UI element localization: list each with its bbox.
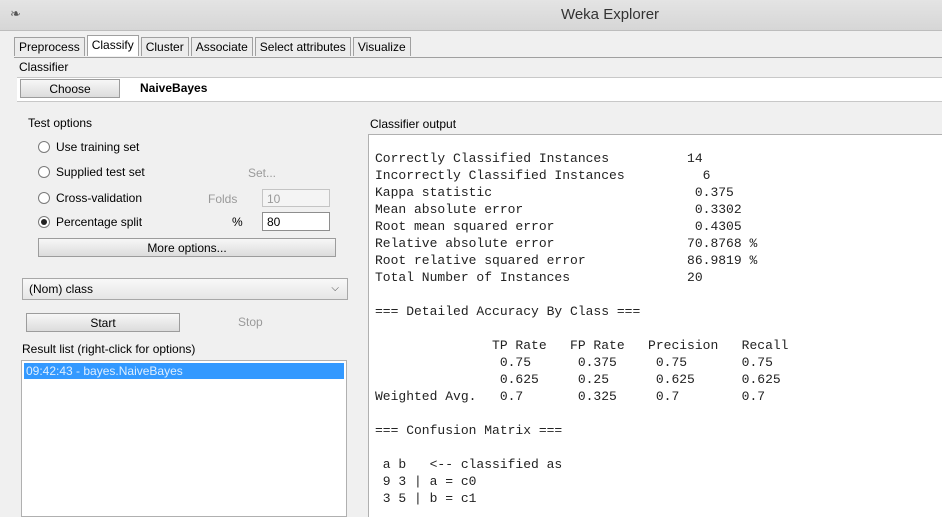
chevron-down-icon[interactable]: ⌵ xyxy=(331,279,339,299)
result-list[interactable]: 09:42:43 - bayes.NaiveBayes xyxy=(21,360,347,517)
result-list-label: Result list (right-click for options) xyxy=(22,342,196,356)
output-line: Relative absolute error 70.8768 % xyxy=(375,236,758,251)
output-line: TP Rate FP Rate Precision Recall xyxy=(375,338,789,353)
window-title: Weka Explorer xyxy=(560,6,660,23)
folds-label: Folds xyxy=(208,192,238,206)
title-bar: ❧ Weka Explorer xyxy=(0,0,942,31)
tab-visualize[interactable]: Visualize xyxy=(352,37,411,56)
option-label: Use training set xyxy=(56,140,140,154)
start-button[interactable]: Start xyxy=(26,313,180,332)
output-line: 3 5 | b = c1 xyxy=(375,491,477,506)
tab-associate[interactable]: Associate xyxy=(190,37,253,56)
option-use-training-set[interactable]: Use training set xyxy=(38,138,139,156)
radio-use-training-set[interactable] xyxy=(38,141,50,153)
radio-supplied-test-set[interactable] xyxy=(38,166,50,178)
output-line: Root relative squared error 86.9819 % xyxy=(375,253,758,268)
stop-button[interactable]: Stop xyxy=(238,315,263,329)
option-cross-validation[interactable]: Cross-validation xyxy=(38,189,142,207)
output-line: Root mean squared error 0.4305 xyxy=(375,219,742,234)
set-button[interactable]: Set... xyxy=(248,166,276,180)
class-attribute-select[interactable]: (Nom) class ⌵ xyxy=(22,278,348,300)
test-options-label: Test options xyxy=(28,116,93,130)
option-percentage-split[interactable]: Percentage split xyxy=(38,213,142,231)
output-line: 9 3 | a = c0 xyxy=(375,474,477,489)
output-line: === Confusion Matrix === xyxy=(375,423,563,438)
option-supplied-test-set[interactable]: Supplied test set xyxy=(38,163,145,181)
tab-cluster[interactable]: Cluster xyxy=(140,37,189,56)
output-line: Mean absolute error 0.3302 xyxy=(375,202,742,217)
folds-field[interactable]: 10 xyxy=(262,189,330,207)
more-options-button[interactable]: More options... xyxy=(38,238,336,257)
percent-label: % xyxy=(232,215,243,229)
tab-classify[interactable]: Classify xyxy=(86,35,139,56)
option-label: Percentage split xyxy=(56,215,143,229)
output-line: Correctly Classified Instances 14 xyxy=(375,151,703,166)
output-line: a b <-- classified as xyxy=(375,457,563,472)
classifier-output-area[interactable]: Correctly Classified Instances 14 Incorr… xyxy=(368,134,942,517)
classifier-output-label: Classifier output xyxy=(370,117,457,131)
output-line: === Detailed Accuracy By Class === xyxy=(375,304,641,319)
choose-button[interactable]: Choose xyxy=(20,79,120,98)
class-select-value: (Nom) class xyxy=(29,282,94,296)
classifier-name[interactable]: NaiveBayes xyxy=(140,81,207,95)
output-line: Weighted Avg. 0.7 0.325 0.7 0.7 xyxy=(375,389,766,404)
output-line: Kappa statistic 0.375 xyxy=(375,185,734,200)
percent-field[interactable]: 80 xyxy=(262,212,330,231)
classifier-section-label: Classifier xyxy=(19,60,69,74)
tab-select-attributes[interactable]: Select attributes xyxy=(254,37,351,56)
tab-bar: Preprocess Classify Cluster Associate Se… xyxy=(14,35,942,58)
radio-percentage-split[interactable] xyxy=(38,216,50,228)
tab-preprocess[interactable]: Preprocess xyxy=(14,37,85,56)
option-label: Cross-validation xyxy=(56,191,143,205)
radio-cross-validation[interactable] xyxy=(38,192,50,204)
result-list-item[interactable]: 09:42:43 - bayes.NaiveBayes xyxy=(24,363,344,379)
output-line: Incorrectly Classified Instances 6 xyxy=(375,168,711,183)
output-line: 0.625 0.25 0.625 0.625 xyxy=(375,372,781,387)
output-line: 0.75 0.375 0.75 0.75 xyxy=(375,355,773,370)
output-line: Total Number of Instances 20 xyxy=(375,270,703,285)
option-label: Supplied test set xyxy=(56,165,145,179)
